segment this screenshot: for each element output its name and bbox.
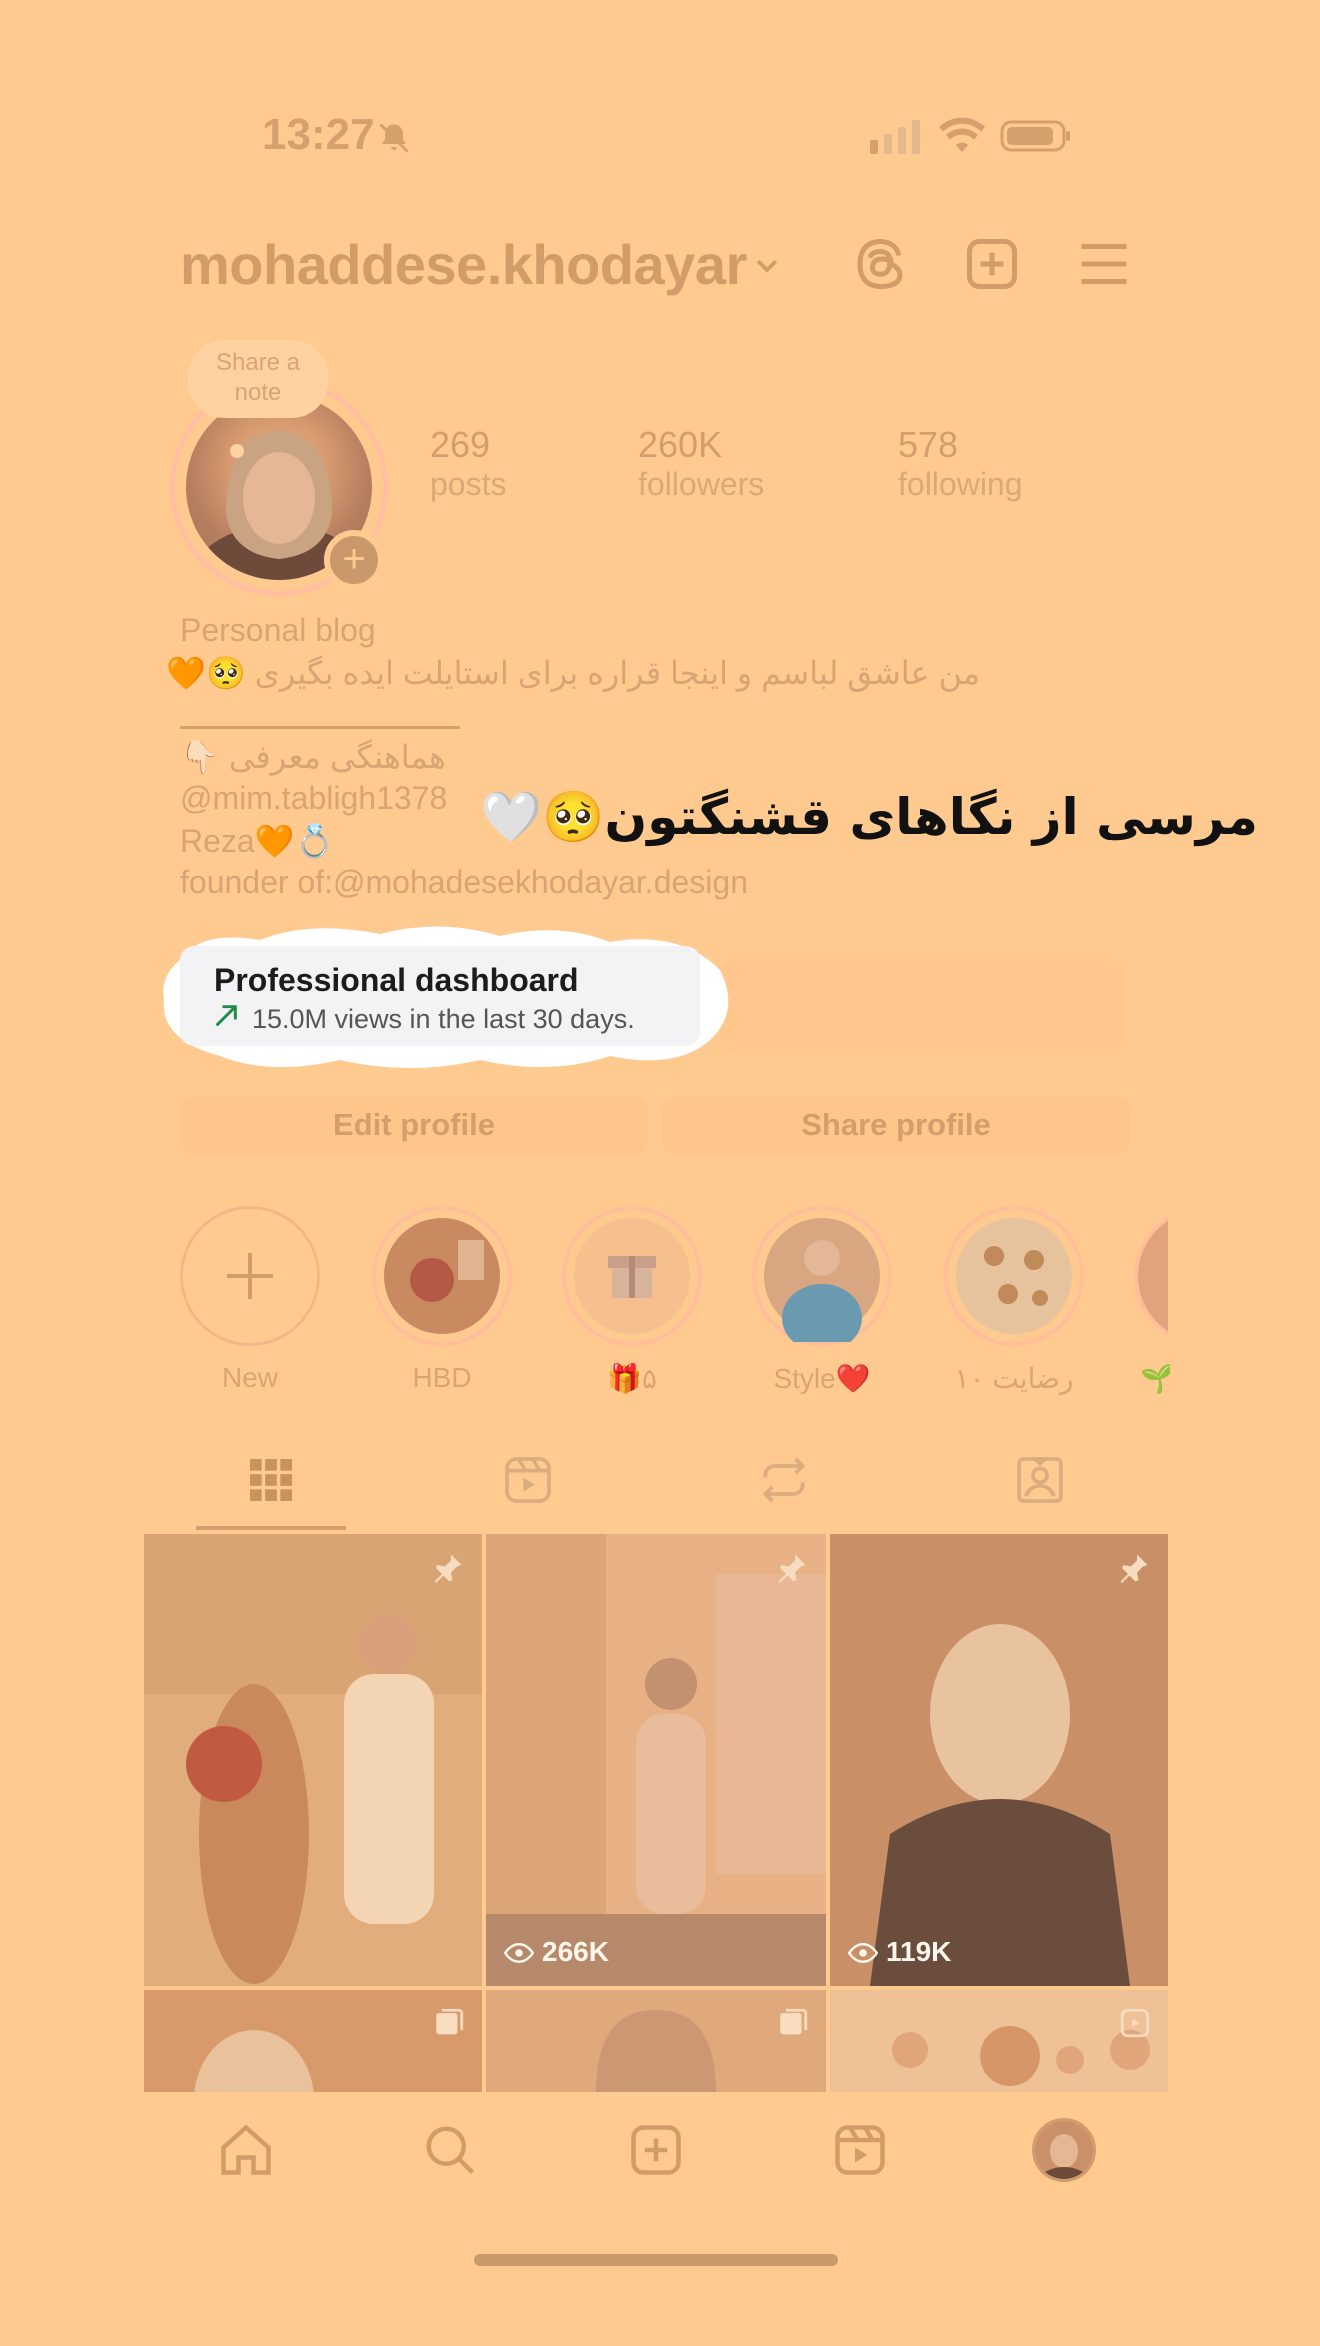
story-overlay-caption: مرسی از نگاهای قشنگتون🥺🤍 — [480, 788, 1258, 846]
reposts-tab-icon[interactable] — [756, 1452, 812, 1508]
search-icon[interactable] — [420, 2120, 480, 2180]
highlight-gift-image — [574, 1218, 690, 1334]
stat-posts-value: 269 — [430, 424, 491, 465]
share-note-bubble[interactable]: Share a note — [188, 340, 328, 418]
highlight-hbd-image — [384, 1218, 500, 1334]
bio-line-1: من عاشق لباسم و اینجا قراره برای استایلت… — [166, 655, 980, 691]
stat-following-label: following — [898, 466, 1023, 502]
pin-icon — [778, 1554, 806, 1583]
bell-muted-icon — [379, 123, 409, 153]
post-5-image — [486, 1990, 826, 2092]
bio-founder-link[interactable]: @mohadesekhodayar.design — [333, 864, 748, 900]
highlight-label: 🎁۵ — [607, 1363, 657, 1394]
pin-icon — [1120, 1554, 1148, 1583]
bio-divider — [180, 726, 460, 729]
tagged-tab-icon[interactable] — [1012, 1452, 1068, 1508]
stat-following-value: 578 — [898, 424, 959, 465]
profile-category: Personal blog — [180, 612, 376, 648]
cellular-signal-icon — [870, 120, 920, 154]
threads-icon[interactable] — [850, 234, 910, 294]
highlight-satisfaction[interactable] — [944, 1206, 1084, 1346]
note-bubble-tail — [230, 444, 244, 458]
stat-following[interactable]: 578 following — [898, 424, 1023, 503]
profile-username[interactable]: mohaddese.khodayar — [180, 232, 747, 297]
grid-post-1[interactable] — [144, 1534, 482, 1986]
bio-founder-prefix: founder of: — [180, 864, 333, 900]
carousel-icon — [780, 2008, 808, 2035]
edit-profile-button[interactable]: Edit profile — [180, 1096, 648, 1154]
chevron-down-icon[interactable] — [752, 250, 782, 280]
grid-post-6[interactable] — [830, 1990, 1168, 2092]
highlight-label: Style❤️ — [773, 1363, 871, 1394]
stat-followers[interactable]: 260K followers — [638, 424, 764, 503]
carousel-icon — [436, 2008, 464, 2035]
share-profile-button[interactable]: Share profile — [662, 1096, 1130, 1154]
reel-badge-icon — [1120, 2008, 1150, 2038]
reels-icon[interactable] — [830, 2120, 890, 2180]
post-2-image — [486, 1534, 826, 1986]
bio-line-4: Reza🧡💍 — [180, 823, 335, 859]
status-time: 13:27 — [262, 110, 375, 159]
dashboard-title[interactable]: Professional dashboard — [214, 962, 579, 999]
highlight-partial[interactable] — [1134, 1206, 1168, 1346]
eye-icon — [848, 1942, 878, 1964]
menu-icon[interactable] — [1074, 234, 1134, 294]
view-count: 266K — [542, 1936, 609, 1967]
grid-post-5[interactable] — [486, 1990, 826, 2092]
highlight-label: 🌱 — [1140, 1363, 1170, 1394]
home-indicator[interactable] — [474, 2254, 838, 2266]
highlight-label: New — [221, 1362, 278, 1393]
home-icon[interactable] — [216, 2120, 276, 2180]
grid-post-2[interactable]: 266K — [486, 1534, 826, 1986]
grid-tab-icon[interactable] — [243, 1452, 299, 1508]
add-story-button[interactable]: + — [324, 530, 384, 590]
profile-nav-avatar[interactable] — [1032, 2118, 1096, 2182]
eye-icon — [504, 1942, 534, 1964]
profile-nav-avatar-image — [1035, 2121, 1093, 2179]
create-icon[interactable] — [626, 2120, 686, 2180]
grid-post-3[interactable]: 119K — [830, 1534, 1168, 1986]
highlight-new[interactable] — [180, 1206, 320, 1346]
bio-mention-link[interactable]: @mim.tabligh1378 — [180, 780, 447, 817]
stat-followers-value: 260K — [638, 424, 723, 465]
create-post-icon[interactable] — [962, 234, 1022, 294]
dashboard-card-bg — [720, 958, 1124, 1054]
trend-up-icon — [215, 1005, 237, 1027]
highlight-satisfaction-image — [956, 1218, 1072, 1334]
highlight-gift[interactable] — [562, 1206, 702, 1346]
battery-icon — [1000, 120, 1070, 152]
stat-posts[interactable]: 269 posts — [430, 424, 506, 503]
active-tab-indicator — [196, 1526, 346, 1530]
stat-posts-label: posts — [430, 466, 507, 502]
stat-followers-label: followers — [638, 466, 765, 502]
dashboard-subtitle: 15.0M views in the last 30 days. — [252, 1004, 635, 1034]
reels-tab-icon[interactable] — [500, 1452, 556, 1508]
post-3-image — [830, 1534, 1168, 1986]
pin-icon — [434, 1554, 462, 1583]
post-1-image — [144, 1534, 482, 1986]
view-count: 119K — [886, 1936, 952, 1967]
highlight-label: HBD — [412, 1362, 472, 1393]
bio-line-2: هماهنگی معرفی 👇🏻 — [180, 739, 446, 775]
highlight-style[interactable] — [752, 1206, 892, 1352]
highlight-partial-ring — [1134, 1206, 1168, 1346]
wifi-icon — [939, 117, 985, 152]
grid-post-4[interactable] — [144, 1990, 482, 2092]
highlight-hbd[interactable] — [372, 1206, 512, 1346]
bio-founder: founder of:@mohadesekhodayar.design — [180, 864, 748, 901]
highlight-label: رضایت ۱۰ — [954, 1363, 1074, 1394]
plus-icon — [227, 1253, 273, 1299]
highlight-style-image — [764, 1218, 880, 1352]
